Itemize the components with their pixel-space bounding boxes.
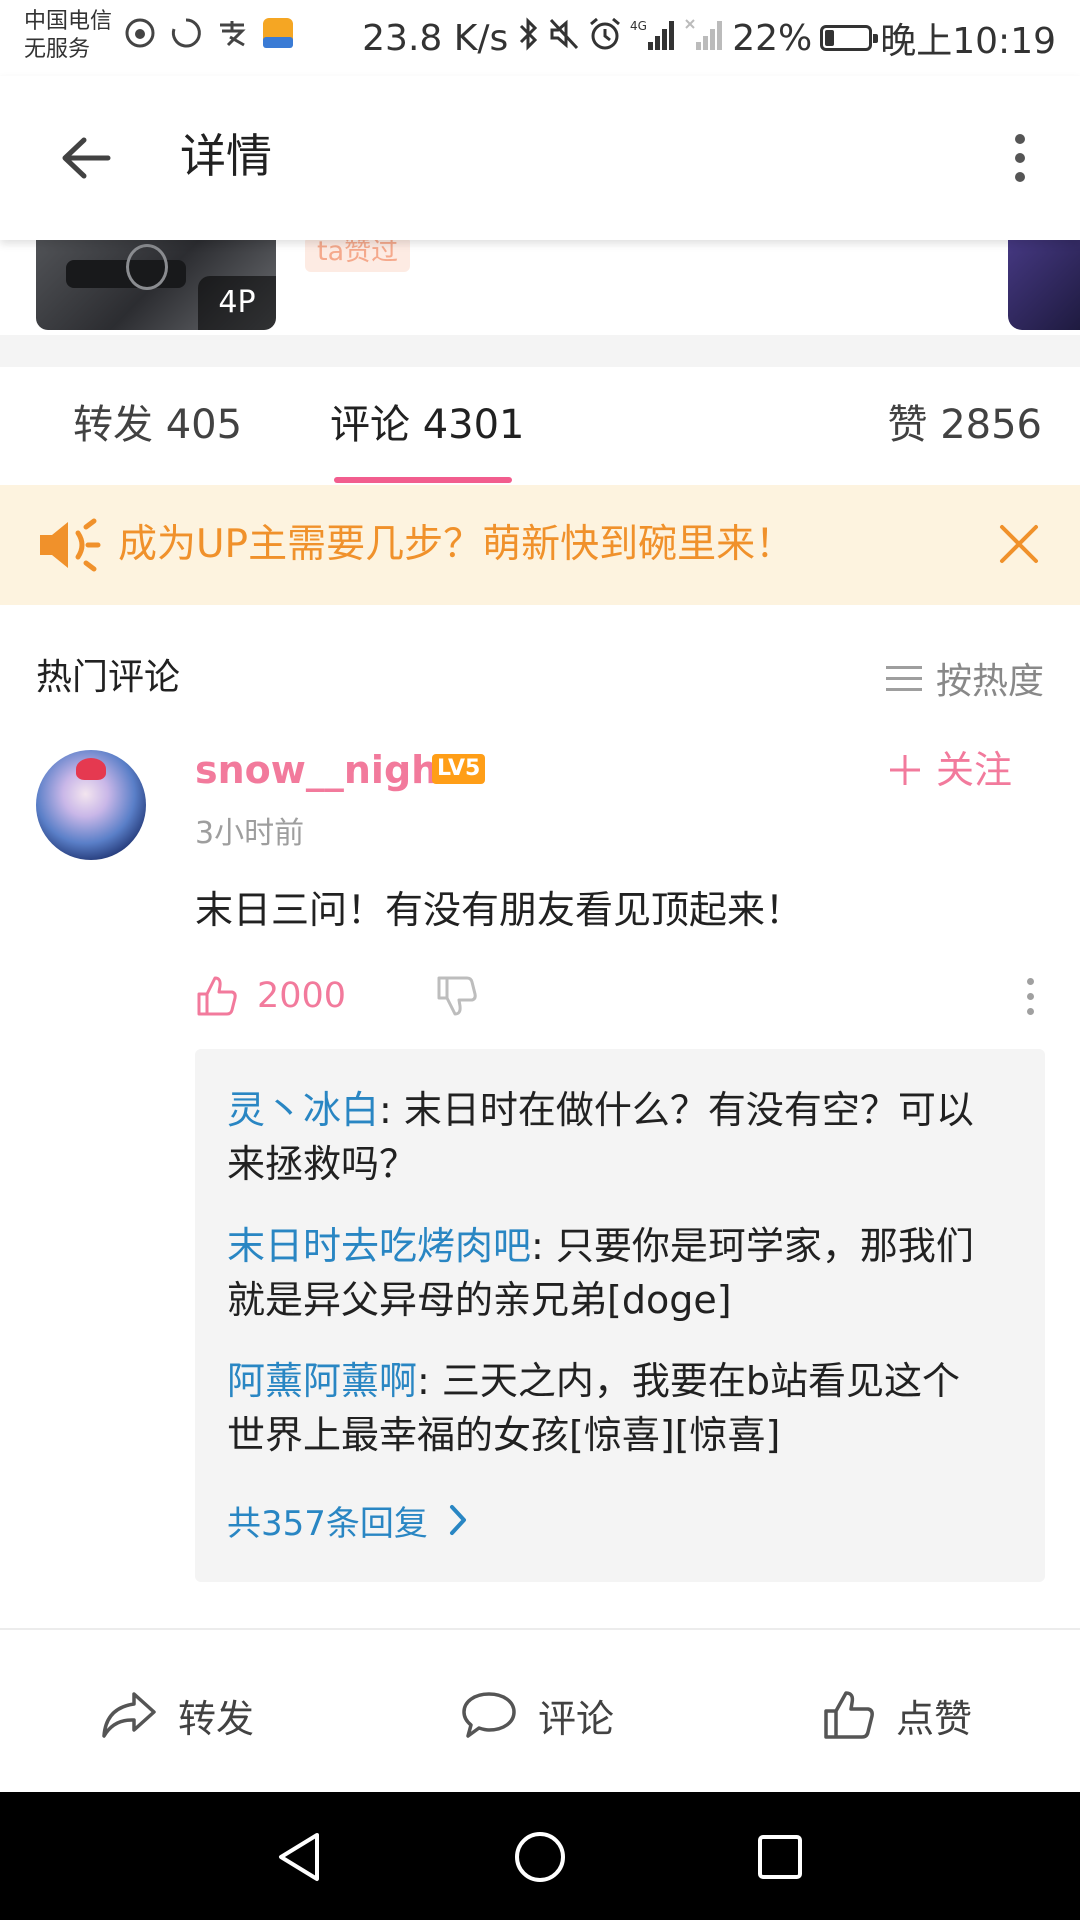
reply-author[interactable]: 末日时去吃烤肉吧: [227, 1224, 531, 1268]
more-vert-icon-dot: [1026, 977, 1034, 985]
more-vert-icon-dot: [1026, 1007, 1034, 1015]
sort-label: 按热度: [935, 661, 1044, 702]
comment-button[interactable]: 评论: [460, 1680, 614, 1750]
replies-box[interactable]: 灵丶冰白: 末日时在做什么？有没有空？可以来拯救吗？ 末日时去吃烤肉吧: 只要你…: [195, 1049, 1045, 1582]
comment-timestamp: 3小时前: [195, 816, 305, 851]
svg-text:4G: 4G: [630, 19, 647, 33]
thumbs-up-icon: [824, 1691, 874, 1739]
arrow-left-icon: [62, 137, 111, 179]
speech-bubble-icon: [462, 1692, 516, 1738]
share-button[interactable]: 转发: [100, 1680, 254, 1750]
mute-icon: [548, 16, 580, 61]
related-thumbnail[interactable]: [1008, 240, 1080, 330]
liked-badge: ta赞过: [305, 240, 411, 272]
reply-item[interactable]: 灵丶冰白: 末日时在做什么？有没有空？可以来拯救吗？: [227, 1083, 997, 1191]
triangle-back-icon: [279, 1833, 319, 1881]
nav-home-button[interactable]: [505, 1822, 575, 1892]
tab-comments[interactable]: 评论 4301: [330, 397, 525, 453]
signal-4g-icon: 4G: [630, 16, 676, 61]
hot-comments-title: 热门评论: [36, 657, 181, 698]
page-title: 详情: [180, 129, 272, 183]
square-recents-icon: [758, 1835, 802, 1879]
bluetooth-icon: [516, 16, 540, 61]
like-count: 2000: [257, 976, 347, 1016]
comment-label: 评论: [538, 1696, 615, 1741]
avatar[interactable]: [36, 750, 146, 860]
view-all-replies-label: 共357条回复: [227, 1503, 428, 1544]
chevron-right-icon: [449, 1505, 466, 1535]
follow-label: 关注: [935, 748, 1012, 792]
view-all-replies-link[interactable]: 共357条回复: [227, 1492, 468, 1548]
thumbs-down-icon: [437, 976, 477, 1016]
active-tab-indicator: [334, 477, 512, 483]
carrier-status: 无服务: [24, 37, 91, 62]
like-button[interactable]: 2000: [195, 968, 346, 1024]
loading-icon: [168, 15, 204, 59]
like-label: 点赞: [896, 1696, 973, 1741]
more-vert-icon-dot: [1015, 172, 1025, 182]
telecom-app-icon: [260, 15, 296, 59]
section-divider: [0, 335, 1080, 367]
close-icon: [1000, 525, 1038, 563]
level-badge: LV5: [432, 754, 486, 784]
clock: 晚上10:19: [880, 21, 1056, 62]
status-bar: 中国电信 无服务 23.8 K/s 4G 22% 晚上10:19: [0, 0, 1080, 76]
tab-reposts[interactable]: 转发 405: [73, 397, 242, 453]
more-vert-icon-dot: [1026, 992, 1034, 1000]
bottom-action-bar: 转发 评论 点赞: [0, 1630, 1080, 1792]
hot-comments-header: 热门评论 按热度: [0, 605, 1080, 745]
like-post-button[interactable]: 点赞: [822, 1680, 972, 1750]
status-indicators: 23.8 K/s 4G 22% 晚上10:19: [362, 14, 1056, 62]
reply-author[interactable]: 灵丶冰白: [227, 1088, 379, 1132]
reply-author[interactable]: 阿薰阿薰啊: [227, 1359, 417, 1403]
notice-close-button[interactable]: [986, 511, 1052, 577]
tab-likes[interactable]: 赞 2856: [887, 397, 1042, 453]
comment-username[interactable]: snow__night: [195, 744, 456, 796]
alipay-icon: [214, 15, 250, 59]
carrier-info: 中国电信 无服务: [24, 8, 112, 64]
follow-button[interactable]: 关注: [888, 744, 1012, 796]
reply-item[interactable]: 末日时去吃烤肉吧: 只要你是珂学家，那我们就是异父异母的亲兄弟[doge]: [227, 1219, 997, 1327]
more-vert-icon-dot: [1015, 153, 1025, 163]
battery-percent: 22%: [732, 17, 813, 59]
share-icon: [102, 1692, 156, 1738]
post-thumbnail[interactable]: 4P: [36, 240, 276, 330]
top-app-bar: 详情: [0, 76, 1080, 240]
sort-menu-icon: [885, 665, 922, 691]
comment-actions: 2000: [195, 968, 1045, 1024]
nav-recents-button[interactable]: [745, 1822, 815, 1892]
system-nav-bar: [0, 1792, 1080, 1920]
signal-no-service-icon: [684, 16, 724, 61]
comment-more-button[interactable]: [1015, 974, 1045, 1018]
share-label: 转发: [178, 1696, 255, 1741]
tab-bar: 转发 405 评论 4301 赞 2856: [0, 367, 1080, 485]
speaker-icon: [36, 515, 102, 575]
page-count-badge: 4P: [198, 276, 276, 330]
post-preview-strip: 4P ta赞过: [0, 240, 1080, 335]
circle-home-icon: [515, 1832, 565, 1882]
dislike-button[interactable]: [435, 968, 479, 1024]
net-speed: 23.8 K/s: [362, 17, 509, 59]
battery-icon: [820, 25, 879, 51]
plus-icon: [889, 755, 920, 785]
notice-text: 成为UP主需要几步？萌新快到碗里来！: [118, 522, 795, 567]
reply-item[interactable]: 阿薰阿薰啊: 三天之内，我要在b站看见这个世界上最幸福的女孩[惊喜][惊喜]: [227, 1354, 997, 1462]
thumbnail-art-detail: [126, 244, 168, 290]
nav-back-button[interactable]: [265, 1822, 335, 1892]
more-vert-icon-dot: [1015, 134, 1025, 144]
thumbs-up-icon: [197, 976, 237, 1016]
notice-banner[interactable]: 成为UP主需要几步？萌新快到碗里来！: [0, 485, 1080, 605]
notification-icons: [122, 16, 296, 58]
avatar-art: [76, 758, 106, 780]
weibo-icon: [122, 15, 158, 59]
alarm-icon: [588, 16, 622, 61]
sort-button[interactable]: 按热度: [885, 653, 1044, 703]
more-options-button[interactable]: [990, 126, 1050, 190]
comment-text: 末日三问！有没有朋友看见顶起来！: [195, 888, 804, 932]
back-button[interactable]: [50, 126, 122, 190]
carrier-name: 中国电信: [24, 9, 113, 34]
